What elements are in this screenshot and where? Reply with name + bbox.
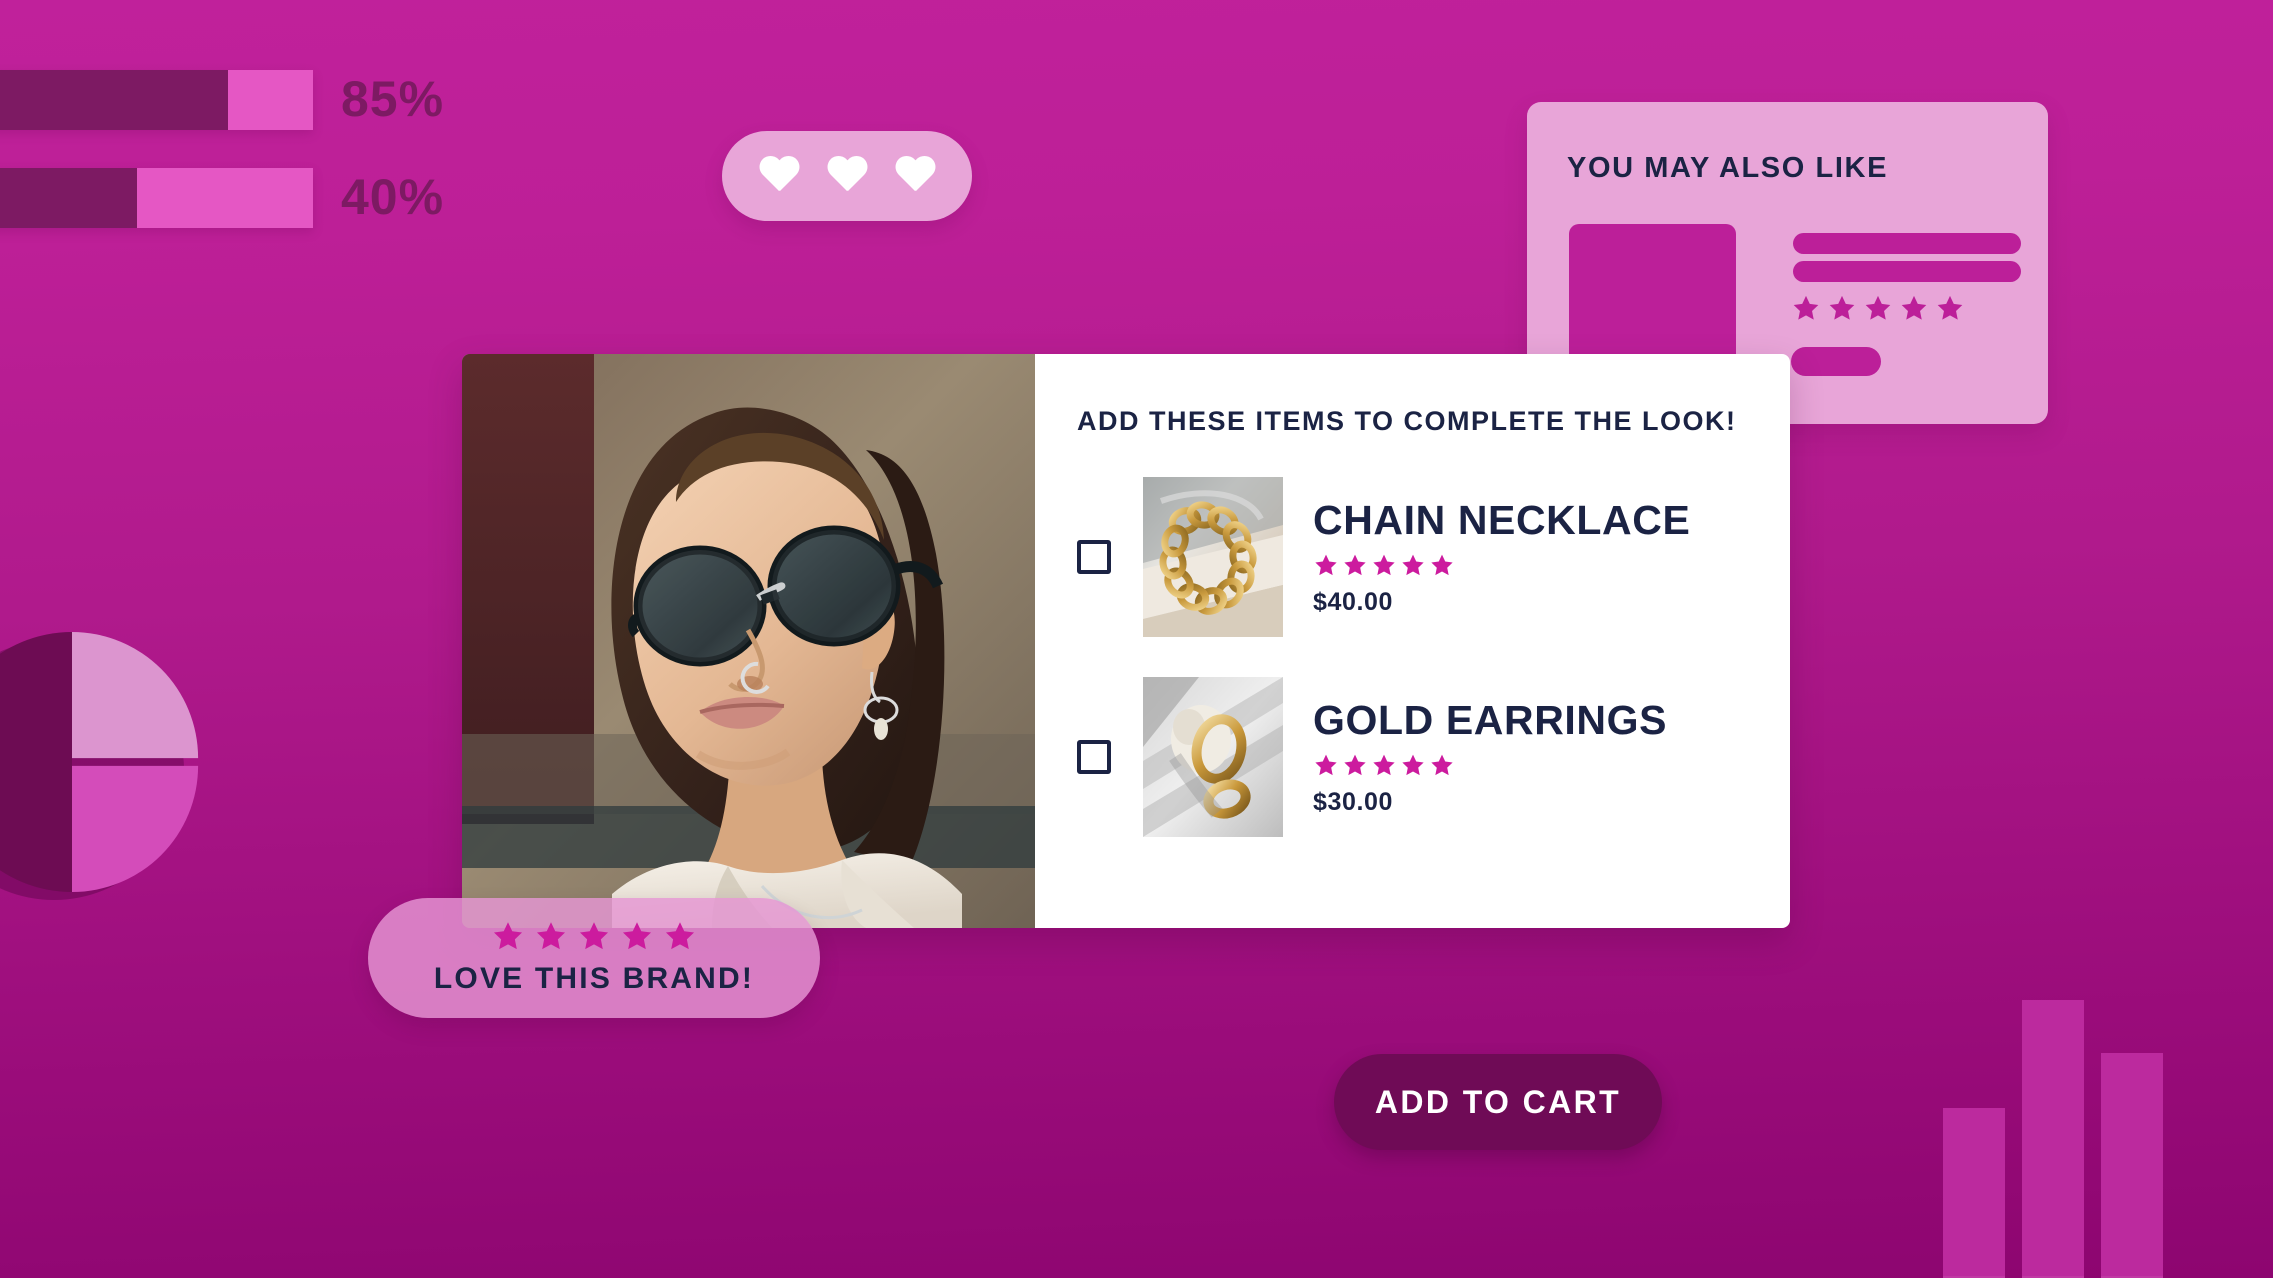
- upsell-heading: ADD THESE ITEMS TO COMPLETE THE LOOK!: [1077, 406, 1737, 436]
- gold-earrings-thumbnail: [1143, 677, 1283, 837]
- star-icon: [536, 922, 566, 950]
- star-icon: [665, 922, 695, 950]
- chain-necklace-illustration: [1143, 477, 1283, 637]
- progress-bar-fill: [0, 70, 228, 130]
- gold-earrings-illustration: [1143, 677, 1283, 837]
- heart-icon: [758, 157, 800, 195]
- upsell-items-panel: ADD THESE ITEMS TO COMPLETE THE LOOK! CH…: [1035, 354, 1790, 928]
- product-upsell-card: ADD THESE ITEMS TO COMPLETE THE LOOK! CH…: [462, 354, 1790, 928]
- item-rating: [1313, 753, 1667, 778]
- star-icon: [622, 922, 652, 950]
- star-icon: [1793, 295, 1819, 320]
- item-rating: [1313, 553, 1690, 578]
- recommendation-text-line: [1793, 261, 2021, 282]
- star-icon: [1315, 554, 1337, 575]
- star-icon: [1431, 554, 1453, 575]
- star-icon: [1373, 554, 1395, 575]
- star-icon: [1829, 295, 1855, 320]
- heart-icon: [826, 157, 868, 195]
- recommendation-card-title: YOU MAY ALSO LIKE: [1567, 152, 1889, 184]
- star-icon: [1315, 754, 1337, 775]
- promo-stage: 85% 40% YOU MAY ALSO LIKE ADD THESE ITEM…: [0, 0, 2273, 1278]
- add-to-cart-button[interactable]: ADD TO CART: [1334, 1054, 1662, 1150]
- recommendation-text-line: [1793, 233, 2021, 254]
- heart-icon: [894, 157, 936, 195]
- love-this-brand-badge[interactable]: LOVE THIS BRAND!: [368, 898, 820, 1018]
- star-icon: [1344, 554, 1366, 575]
- item-price: $30.00: [1313, 787, 1394, 816]
- star-icon: [1373, 754, 1395, 775]
- pie-chart: [0, 632, 202, 900]
- mini-bar: [2101, 1053, 2163, 1278]
- item-name: CHAIN NECKLACE: [1313, 497, 1691, 544]
- upsell-item-row[interactable]: CHAIN NECKLACE $40.00: [1077, 477, 1790, 637]
- item-checkbox-chain-necklace[interactable]: [1077, 540, 1111, 574]
- star-icon: [1402, 754, 1424, 775]
- item-info: GOLD EARRINGS $30.00: [1313, 697, 1667, 816]
- reactions-pill[interactable]: [722, 131, 972, 221]
- pie-slice-a: [0, 632, 72, 892]
- love-badge-text: LOVE THIS BRAND!: [433, 962, 755, 995]
- pie-slice-c: [72, 765, 199, 892]
- progress-bar-percent-label: 85%: [341, 71, 445, 127]
- pie-slice-b: [72, 632, 199, 759]
- star-icon: [1431, 754, 1453, 775]
- mini-bar: [1943, 1108, 2005, 1278]
- item-info: CHAIN NECKLACE $40.00: [1313, 497, 1690, 616]
- love-badge-rating: [491, 920, 697, 953]
- mini-bar: [2022, 1000, 2084, 1278]
- star-icon: [1901, 295, 1927, 320]
- progress-bar-percent-label: 40%: [341, 169, 445, 225]
- progress-bar-fill: [0, 168, 137, 228]
- recommendation-cta-button[interactable]: [1791, 347, 1881, 376]
- star-icon: [493, 922, 523, 950]
- pie-chart-svg: [0, 632, 199, 892]
- item-checkbox-gold-earrings[interactable]: [1077, 740, 1111, 774]
- recommendation-rating: [1791, 294, 1965, 323]
- mini-bar-chart: [1943, 1000, 2243, 1278]
- star-icon: [1402, 554, 1424, 575]
- star-icon: [1344, 754, 1366, 775]
- model-photo: [462, 354, 1035, 928]
- item-price: $40.00: [1313, 587, 1394, 616]
- upsell-item-row[interactable]: GOLD EARRINGS $30.00: [1077, 677, 1790, 837]
- chain-necklace-thumbnail: [1143, 477, 1283, 637]
- star-icon: [579, 922, 609, 950]
- item-name: GOLD EARRINGS: [1313, 697, 1668, 744]
- model-photo-illustration: [462, 354, 1035, 928]
- star-icon: [1937, 295, 1963, 320]
- star-icon: [1865, 295, 1891, 320]
